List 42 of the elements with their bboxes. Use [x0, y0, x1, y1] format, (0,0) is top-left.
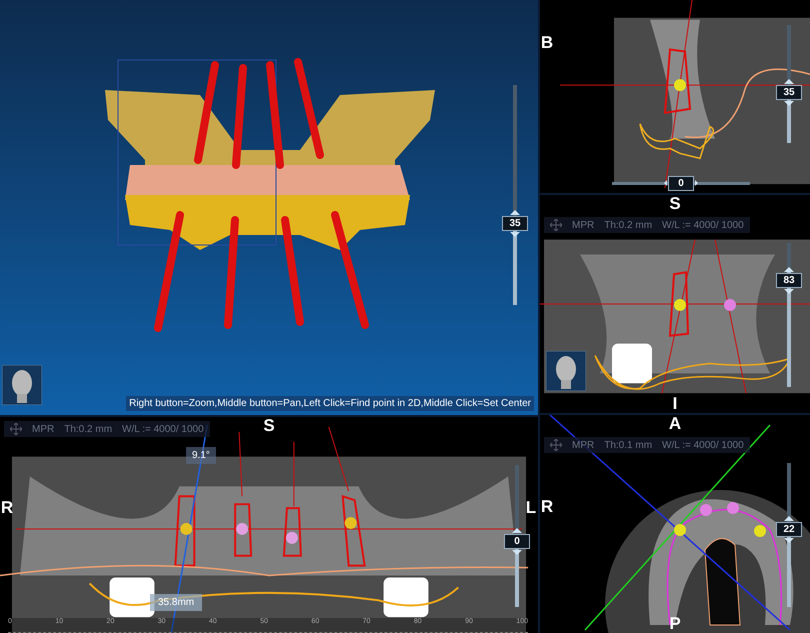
slice-thickness-label: Th:0.1 mm — [604, 440, 652, 450]
arrow-up-icon — [784, 79, 794, 84]
move-icon[interactable] — [550, 219, 562, 231]
arrow-down-icon — [512, 550, 522, 555]
view-mode-label: MPR — [32, 424, 54, 434]
slice-slider[interactable]: 22 — [774, 462, 804, 607]
window-level-label: W/L := 4000/ 1000 — [662, 440, 744, 450]
position-slider[interactable]: 0 — [612, 173, 750, 193]
slice-thickness-label: Th:0.2 mm — [604, 220, 652, 230]
arrow-left-icon — [664, 178, 667, 188]
slice-slider[interactable]: 35 — [774, 25, 804, 143]
mouse-hint-text: Right button=Zoom,Middle button=Pan,Left Click=Find point in 2D,Middle Click=Set Center — [126, 396, 534, 411]
orientation-label: R — [0, 499, 14, 518]
view-mode-label: MPR — [572, 220, 594, 230]
slice-slider[interactable]: 83 — [774, 242, 804, 387]
slice-thickness-label: Th:0.2 mm — [64, 424, 112, 434]
head-orientation-icon[interactable] — [546, 351, 586, 391]
arrow-up-icon — [512, 528, 522, 533]
orientation-label: P — [668, 615, 682, 633]
orientation-label: R — [540, 498, 554, 516]
arrow-down-icon — [784, 289, 794, 294]
measurement-label: 35.8mm — [150, 594, 202, 611]
arrow-down-icon — [784, 538, 794, 543]
orientation-label: S — [668, 195, 682, 213]
head-orientation-icon[interactable] — [2, 365, 42, 405]
orientation-label: A — [668, 415, 682, 433]
arrow-down-icon — [784, 101, 794, 106]
orientation-label: S — [262, 417, 276, 435]
move-icon[interactable] — [550, 439, 562, 451]
move-icon[interactable] — [10, 423, 22, 435]
angle-label: 9.1° — [186, 447, 216, 464]
arrow-up-icon — [784, 267, 794, 272]
window-level-label: W/L := 4000/ 1000 — [662, 220, 744, 230]
orientation-label: B — [540, 34, 554, 52]
window-level-label: W/L := 4000/ 1000 — [122, 424, 204, 434]
view-mode-label: MPR — [572, 440, 594, 450]
slice-slider[interactable]: 35 — [500, 85, 530, 305]
arrow-up-icon — [784, 516, 794, 521]
orientation-label: I — [672, 395, 678, 413]
arrow-up-icon — [510, 210, 520, 215]
arrow-right-icon — [695, 178, 698, 188]
arrow-down-icon — [510, 232, 520, 237]
